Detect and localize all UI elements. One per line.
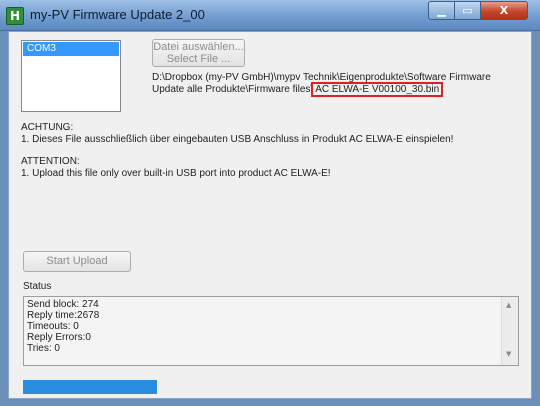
select-file-label-de: Datei auswählen... [153, 41, 244, 53]
port-list[interactable]: COM3 [21, 40, 121, 112]
select-file-button[interactable]: Datei auswählen... Select File ... [152, 39, 245, 67]
file-path: D:\Dropbox (my-PV GmbH)\mypv Technik\Eig… [152, 72, 524, 97]
app-icon: H [6, 7, 24, 25]
client-area: COM3 Datei auswählen... Select File ... … [8, 31, 532, 399]
file-name-highlight: AC ELWA-E V00100_30.bin [311, 82, 444, 97]
app-window: H my-PV Firmware Update 2_00 ▁ ▭ X COM3 … [0, 0, 540, 406]
status-line: Timeouts: 0 [27, 321, 79, 332]
scroll-down-icon[interactable]: ▼ [506, 350, 511, 358]
port-item-com3[interactable]: COM3 [23, 42, 119, 56]
notice-de-text: 1. Dieses File ausschließlich über einge… [21, 134, 454, 145]
title-bar[interactable]: H my-PV Firmware Update 2_00 ▁ ▭ X [0, 0, 540, 31]
notice-de: ACHTUNG: 1. Dieses File ausschließlich ü… [21, 122, 453, 146]
status-line: Reply time:2678 [27, 310, 100, 321]
status-lines: Send block: 274 Reply time:2678 Timeouts… [27, 299, 99, 354]
scroll-up-icon[interactable]: ▲ [506, 301, 511, 309]
status-line: Tries: 0 [27, 343, 60, 354]
minimize-button[interactable]: ▁ [428, 1, 455, 20]
notice-en-heading: ATTENTION: [21, 156, 80, 167]
notice-en: ATTENTION: 1. Upload this file only over… [21, 156, 331, 180]
upload-progress-fill [23, 380, 157, 394]
status-line: Send block: 274 [27, 299, 99, 310]
status-label: Status [23, 281, 52, 292]
notice-en-text: 1. Upload this file only over built-in U… [21, 168, 331, 179]
upload-progress-bar [23, 380, 519, 394]
start-upload-button[interactable]: Start Upload [23, 251, 131, 272]
notice-de-heading: ACHTUNG: [21, 122, 74, 133]
status-log[interactable]: Send block: 274 Reply time:2678 Timeouts… [23, 296, 519, 366]
close-button[interactable]: X [480, 1, 528, 20]
window-title: my-PV Firmware Update 2_00 [30, 7, 205, 22]
maximize-button[interactable]: ▭ [454, 1, 481, 20]
status-line: Reply Errors:0 [27, 332, 91, 343]
status-scrollbar[interactable]: ▲ ▼ [501, 297, 518, 365]
select-file-label-en: Select File ... [166, 53, 231, 65]
